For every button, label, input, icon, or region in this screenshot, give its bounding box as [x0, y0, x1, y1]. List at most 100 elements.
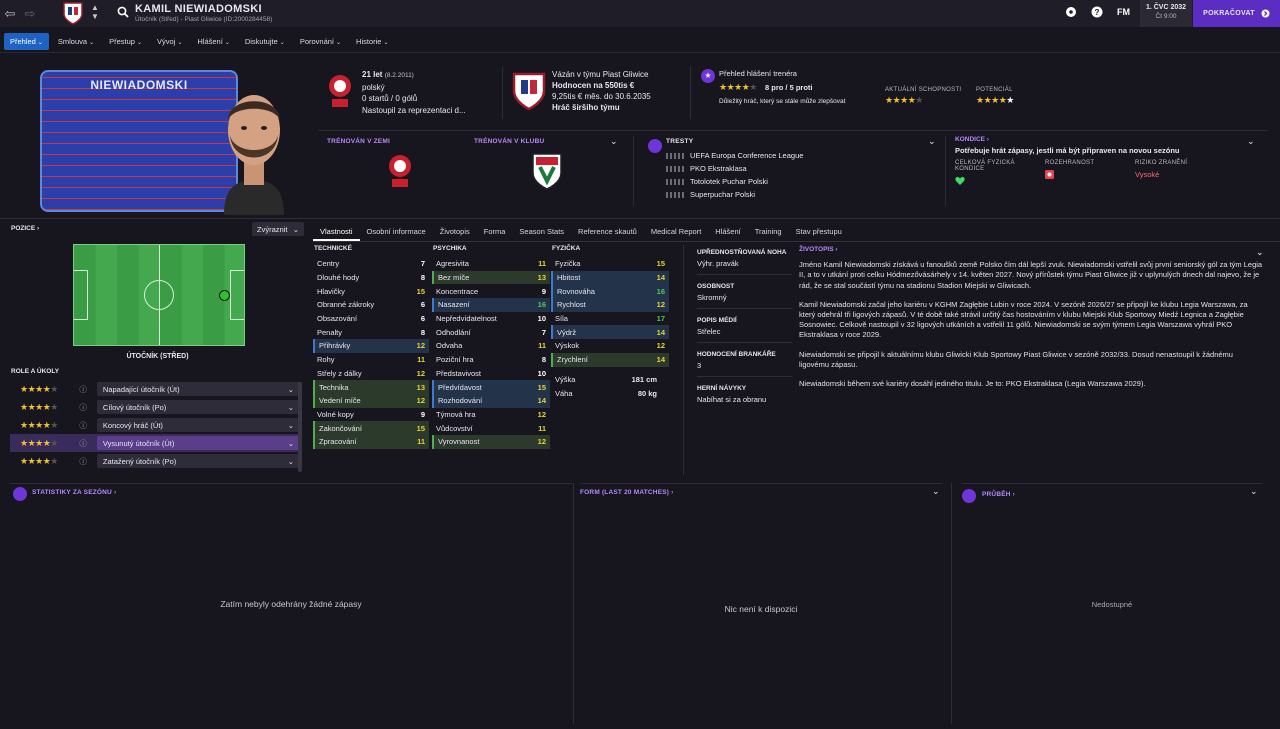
potential-ability: POTENCIÁL ★★★★★	[976, 87, 1014, 105]
roles-scrollbar[interactable]	[298, 382, 302, 472]
attribute-row[interactable]: Zakončování 15	[313, 421, 429, 435]
back-icon[interactable]: ⇦	[0, 0, 20, 27]
info-icon[interactable]: ⓘ	[79, 420, 87, 431]
condition-title[interactable]: KONDICE ›	[955, 136, 1255, 143]
tab-biography[interactable]: Životopis	[433, 222, 477, 241]
attribute-row[interactable]: Nasazení 16	[432, 298, 550, 312]
role-row[interactable]: ★★★★★ ⓘ Koncový hráč (Út) ⌄	[10, 416, 300, 434]
biography-title[interactable]: ŽIVOTOPIS ›	[799, 245, 1264, 255]
attribute-row[interactable]: Předvídavost 15	[432, 380, 550, 394]
highlight-dropdown[interactable]: Zvýraznit ⌄	[252, 222, 304, 236]
attribute-row[interactable]: Volné kopy 9	[313, 408, 429, 422]
attribute-row[interactable]: Agresivita 11	[432, 257, 550, 271]
attribute-name: Agresivita	[436, 259, 469, 269]
continue-button[interactable]: POKRAČOVAT	[1193, 0, 1280, 27]
tab-personal-info[interactable]: Osobní informace	[360, 222, 433, 241]
attribute-row[interactable]: Výdrž 14	[551, 325, 669, 340]
roles-title: ROLE A ÚKOLY	[11, 368, 60, 375]
attribute-row[interactable]: Výskok 12	[551, 339, 669, 353]
attribute-row[interactable]: Penalty 8	[313, 325, 429, 339]
role-row[interactable]: ★★★★★ ⓘ Zatažený útočník (Po) ⌄	[10, 452, 300, 470]
menu-contract[interactable]: Smlouva ⌄	[52, 33, 100, 50]
attribute-row[interactable]: Vyrovnanost 12	[432, 434, 550, 449]
attribute-row[interactable]: Přihrávky 12	[313, 339, 429, 353]
position-title[interactable]: POZICE ›	[11, 225, 39, 232]
info-icon[interactable]: ⓘ	[79, 384, 87, 395]
menu-discuss[interactable]: Diskutujte ⌄	[239, 33, 291, 50]
tab-form[interactable]: Forma	[477, 222, 513, 241]
help-icon[interactable]: ?	[1091, 6, 1103, 18]
attribute-row[interactable]: Představivost 10	[432, 367, 550, 381]
attribute-row[interactable]: Nepředvídatelnost 10	[432, 312, 550, 326]
attribute-row[interactable]: Rovnováha 16	[551, 284, 669, 299]
attribute-row[interactable]: Vůdcovství 11	[432, 421, 550, 435]
attribute-row[interactable]: Hbitost 14	[551, 270, 669, 285]
chevron-down-icon[interactable]: ⌄	[928, 136, 936, 147]
attribute-value: 11	[538, 423, 546, 433]
trophy-item: UEFA Europa Conference League	[648, 149, 938, 162]
pros-cons: 8 pro / 5 proti	[765, 83, 813, 92]
attribute-row[interactable]: Hlavičky 15	[313, 284, 429, 298]
role-row[interactable]: ★★★★★ ⓘ Napadající útočník (Út) ⌄	[10, 380, 300, 398]
menu-transfer[interactable]: Přestup ⌄	[103, 33, 148, 50]
menu-development[interactable]: Vývoj ⌄	[151, 33, 188, 50]
tab-medical-report[interactable]: Medical Report	[644, 222, 708, 241]
attribute-row[interactable]: Poziční hra 8	[432, 353, 550, 367]
attribute-row[interactable]: Týmová hra 12	[432, 408, 550, 422]
attribute-row[interactable]: Zrychlení 14	[551, 352, 669, 367]
info-icon[interactable]: ⓘ	[79, 438, 87, 449]
attribute-name: Síla	[555, 314, 568, 324]
role-row[interactable]: ★★★★★ ⓘ Cílový útočník (Po) ⌄	[10, 398, 300, 416]
international-debut[interactable]: Nastoupil za reprezentaci d...	[362, 105, 466, 117]
football-icon[interactable]	[1065, 6, 1077, 18]
tab-reports[interactable]: Hlášení	[708, 222, 747, 241]
attribute-row[interactable]: Odhodlání 7	[432, 325, 550, 339]
attribute-row[interactable]: Zpracování 11	[313, 434, 429, 449]
chevron-down-icon[interactable]: ⌄	[1247, 136, 1255, 147]
chevron-down-icon[interactable]: ⌄	[1256, 247, 1264, 257]
role-dropdown[interactable]: Vysunutý útočník (Út) ⌄	[96, 436, 300, 450]
club-crest-icon[interactable]	[60, 1, 86, 25]
attribute-row[interactable]: Rohy 11	[313, 353, 429, 367]
attribute-row[interactable]: Centry 7	[313, 257, 429, 271]
attribute-row[interactable]: Střely z dálky 12	[313, 367, 429, 381]
attribute-row[interactable]: Fyzička 15	[551, 257, 669, 271]
forward-icon[interactable]: ⇨	[20, 0, 40, 27]
menu-history[interactable]: Historie ⌄	[350, 33, 394, 50]
chevron-down-icon[interactable]: ⌄	[610, 136, 618, 147]
tab-transfer-status[interactable]: Stav přestupu	[789, 222, 849, 241]
attribute-row[interactable]: Bez míče 13	[432, 270, 550, 285]
tab-scout-references[interactable]: Reference skautů	[571, 222, 644, 241]
attribute-row[interactable]: Rozhodování 14	[432, 393, 550, 408]
role-dropdown[interactable]: Cílový útočník (Po) ⌄	[96, 400, 300, 414]
menu-overview[interactable]: Přehled ⌄	[4, 32, 49, 50]
chevron-down-icon: ⌄	[292, 224, 299, 234]
role-row-selected[interactable]: ★★★★★ ⓘ Vysunutý útočník (Út) ⌄	[10, 434, 300, 452]
attribute-row[interactable]: Síla 17	[551, 312, 669, 326]
menu-reports[interactable]: Hlášení ⌄	[191, 33, 235, 50]
fm-logo[interactable]: FM	[1117, 7, 1130, 17]
attribute-row[interactable]: Rychlost 12	[551, 298, 669, 312]
attribute-row[interactable]: Obsazování 6	[313, 312, 429, 326]
info-icon[interactable]: ⓘ	[79, 456, 87, 467]
info-icon[interactable]: ⓘ	[79, 402, 87, 413]
attribute-row[interactable]: Odvaha 11	[432, 339, 550, 353]
attribute-name: Rychlost	[557, 300, 586, 310]
role-dropdown[interactable]: Zatažený útočník (Po) ⌄	[96, 454, 300, 468]
club-crest-icon[interactable]	[511, 71, 547, 111]
attribute-row[interactable]: Dlouhé hody 8	[313, 271, 429, 285]
menu-compare[interactable]: Porovnání ⌄	[294, 33, 347, 50]
attribute-row[interactable]: Obranné zákroky 6	[313, 298, 429, 312]
tab-training[interactable]: Training	[748, 222, 789, 241]
contract-club[interactable]: Vázán v týmu Piast Gliwice	[552, 69, 651, 80]
search-icon[interactable]	[117, 6, 129, 18]
role-dropdown[interactable]: Napadající útočník (Út) ⌄	[96, 382, 300, 396]
tab-season-stats[interactable]: Season Stats	[512, 222, 571, 241]
attribute-row[interactable]: Vedení míče 12	[313, 393, 429, 408]
attribute-name: Penalty	[317, 327, 343, 337]
role-dropdown[interactable]: Koncový hráč (Út) ⌄	[96, 418, 300, 432]
tab-attributes[interactable]: Vlastnosti	[313, 222, 360, 241]
attribute-row[interactable]: Technika 13	[313, 380, 429, 394]
attribute-row[interactable]: Koncentrace 9	[432, 284, 550, 298]
player-switch-arrows[interactable]: ▲ ▼	[91, 3, 99, 21]
